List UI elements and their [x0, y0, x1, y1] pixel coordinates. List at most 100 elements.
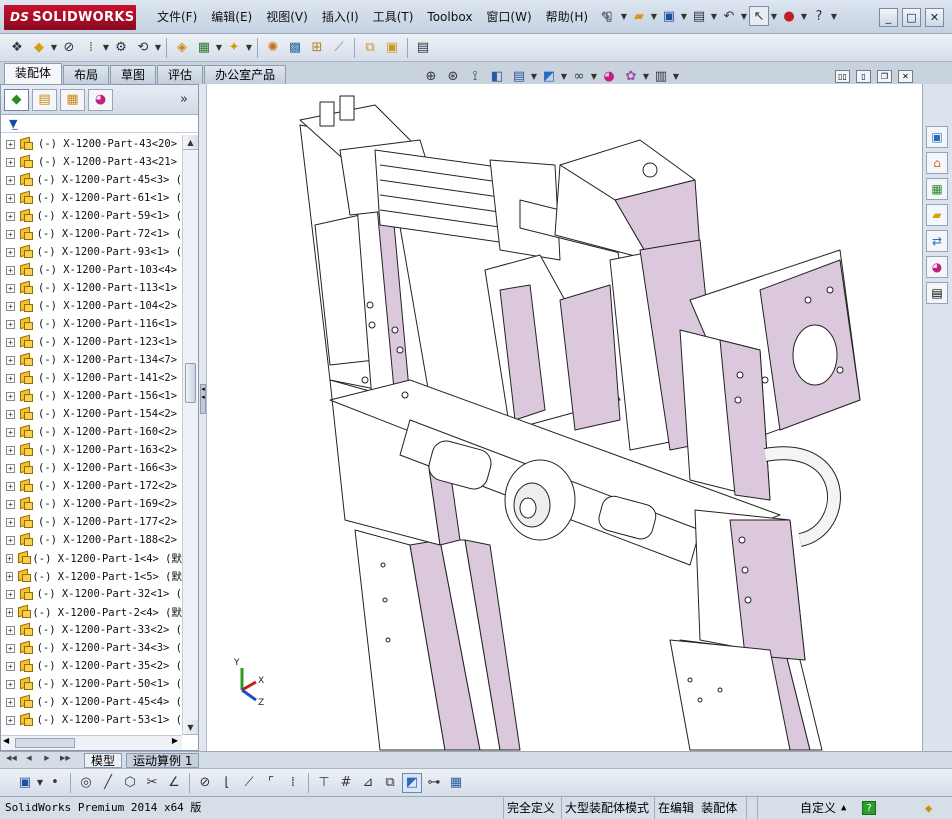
tree-item[interactable]: + (-) X-1200-Part-172<2>: [1, 477, 182, 495]
expand-icon[interactable]: +: [6, 499, 15, 509]
linear-pattern-icon[interactable]: ⁞: [81, 38, 101, 58]
zoom-to-area-icon[interactable]: ⊛: [443, 66, 463, 86]
expand-icon[interactable]: +: [6, 337, 15, 347]
measure-icon[interactable]: ⊶: [424, 773, 444, 793]
circle-icon[interactable]: ◎: [76, 773, 96, 793]
expand-icon[interactable]: +: [6, 697, 15, 707]
menu-tools[interactable]: 工具(T): [366, 0, 421, 34]
expand-icon[interactable]: +: [6, 139, 15, 149]
tree-item[interactable]: + (-) X-1200-Part-154<2>: [1, 405, 182, 423]
solidworks-logo[interactable]: DS SOLIDWORKS: [4, 5, 136, 30]
expand-icon[interactable]: +: [6, 553, 14, 563]
menu-view[interactable]: 视图(V): [259, 0, 315, 34]
chevron-down-icon[interactable]: ▼: [590, 72, 598, 81]
expand-icon[interactable]: +: [6, 355, 15, 365]
chevron-down-icon[interactable]: ▼: [102, 43, 110, 52]
expand-icon[interactable]: +: [6, 373, 15, 383]
last-tab-icon[interactable]: ▶▶: [60, 754, 71, 766]
viewport-restore-icon[interactable]: ❐: [877, 70, 892, 83]
insert-components-icon[interactable]: ◆: [29, 38, 49, 58]
reference-geometry-icon[interactable]: ✦: [224, 38, 244, 58]
instant3d-icon[interactable]: ▤: [413, 38, 433, 58]
chevron-down-icon[interactable]: ▼: [245, 43, 253, 52]
section-view-icon[interactable]: ◧: [487, 66, 507, 86]
close-icon[interactable]: ✕: [925, 8, 944, 27]
tree-item[interactable]: + (-) X-1200-Part-72<1> (: [1, 225, 182, 243]
chevron-down-icon[interactable]: ▼: [830, 12, 838, 21]
chevron-down-icon[interactable]: ▼: [642, 72, 650, 81]
menu-toolbox[interactable]: Toolbox: [420, 0, 479, 34]
next-tab-icon[interactable]: ▶: [42, 754, 52, 766]
point-icon[interactable]: •: [45, 773, 65, 793]
tree-item[interactable]: + (-) X-1200-Part-156<1>: [1, 387, 182, 405]
chevron-down-icon[interactable]: ▼: [215, 43, 223, 52]
save-icon[interactable]: ▣: [15, 773, 35, 793]
chevron-down-icon[interactable]: ▼: [36, 778, 44, 787]
tab-sketch[interactable]: 草图: [110, 65, 157, 84]
design-library-icon[interactable]: ▦: [926, 178, 948, 200]
expand-icon[interactable]: +: [6, 193, 15, 203]
view-orientation-icon[interactable]: ▤: [509, 66, 529, 86]
scroll-thumb[interactable]: [15, 738, 75, 748]
expand-icon[interactable]: +: [6, 175, 15, 185]
tree-item[interactable]: + (-) X-1200-Part-59<1> (: [1, 207, 182, 225]
chevron-down-icon[interactable]: ▼: [50, 43, 58, 52]
view-palette-icon[interactable]: ⇄: [926, 230, 948, 252]
menu-insert[interactable]: 插入(I): [315, 0, 366, 34]
expand-icon[interactable]: +: [6, 589, 15, 599]
tree-item[interactable]: + (-) X-1200-Part-141<2>: [1, 369, 182, 387]
units-dropdown-icon[interactable]: ▲: [838, 797, 849, 819]
menu-edit[interactable]: 编辑(E): [204, 0, 259, 34]
tree-item[interactable]: + (-) X-1200-Part-163<2>: [1, 441, 182, 459]
panel-splitter[interactable]: ◂ ◂: [199, 84, 207, 751]
menu-file[interactable]: 文件(F): [150, 0, 204, 34]
prev-tab-icon[interactable]: ◀: [24, 754, 34, 766]
apply-scene-icon[interactable]: ✿: [621, 66, 641, 86]
chevron-down-icon[interactable]: ▼: [740, 12, 748, 21]
rectangle-icon[interactable]: ⌜: [261, 773, 281, 793]
tree-item[interactable]: + (-) X-1200-Part-113<1>: [1, 279, 182, 297]
solidworks-resources-icon[interactable]: ▣: [926, 126, 948, 148]
tree-item[interactable]: + (-) X-1200-Part-2<4> (默: [1, 603, 182, 621]
tree-vertical-scrollbar[interactable]: ▲ ▼: [182, 135, 198, 735]
expand-icon[interactable]: +: [6, 157, 15, 167]
custom-properties-icon[interactable]: ▤: [926, 282, 948, 304]
select-arrow-icon[interactable]: ↖: [749, 6, 769, 26]
tree-item[interactable]: + (-) X-1200-Part-103<4>: [1, 261, 182, 279]
table-icon[interactable]: ▦: [446, 773, 466, 793]
tree-item[interactable]: + (-) X-1200-Part-104<2>: [1, 297, 182, 315]
scroll-up-icon[interactable]: ▲: [183, 135, 198, 150]
tab-model[interactable]: 模型: [84, 752, 123, 768]
chevron-down-icon[interactable]: ▼: [154, 43, 162, 52]
chevron-down-icon[interactable]: ▼: [672, 72, 680, 81]
tab-assembly[interactable]: 装配体: [4, 63, 63, 84]
expand-icon[interactable]: +: [6, 301, 15, 311]
expand-icon[interactable]: +: [6, 445, 15, 455]
scroll-left-icon[interactable]: ◀: [3, 736, 9, 745]
maximize-icon[interactable]: □: [902, 8, 921, 27]
smart-fasteners-icon[interactable]: ⚙: [111, 38, 131, 58]
chevron-down-icon[interactable]: ▼: [620, 12, 628, 21]
tree-item[interactable]: + (-) X-1200-Part-61<1> (: [1, 189, 182, 207]
expand-icon[interactable]: +: [6, 319, 15, 329]
exploded-view-icon[interactable]: ⊞: [307, 38, 327, 58]
tree-item[interactable]: + (-) X-1200-Part-134<7>: [1, 351, 182, 369]
expand-icon[interactable]: +: [6, 535, 15, 545]
tree-item[interactable]: + (-) X-1200-Part-34<3> (: [1, 639, 182, 657]
ellipse-icon[interactable]: ⁞: [283, 773, 303, 793]
new-motion-study-icon[interactable]: ✺: [263, 38, 283, 58]
tree-item[interactable]: + (-) X-1200-Part-160<2>: [1, 423, 182, 441]
resize-grip-icon[interactable]: ◆: [922, 797, 935, 819]
chevron-down-icon[interactable]: ▼: [650, 12, 658, 21]
save-icon[interactable]: ▣: [659, 6, 679, 26]
expand-icon[interactable]: +: [6, 715, 15, 725]
tree-item[interactable]: + (-) X-1200-Part-169<2>: [1, 495, 182, 513]
scroll-down-icon[interactable]: ▼: [183, 720, 198, 735]
grid-icon[interactable]: #: [336, 773, 356, 793]
first-tab-icon[interactable]: ◀◀: [6, 754, 17, 766]
corner-icon[interactable]: ⌊: [217, 773, 237, 793]
expand-icon[interactable]: +: [6, 283, 15, 293]
assembly-features-icon[interactable]: ▦: [194, 38, 214, 58]
collapse-panel-icon[interactable]: ◂ ◂: [200, 384, 206, 414]
expand-icon[interactable]: +: [6, 679, 15, 689]
